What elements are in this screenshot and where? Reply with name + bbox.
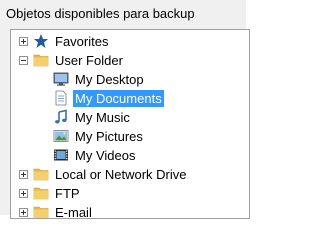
tree-item-label: Favorites: [55, 34, 109, 49]
music-note-icon: [53, 109, 69, 125]
tree-item-my-desktop[interactable]: My Desktop: [11, 70, 249, 89]
tree-item-my-music[interactable]: My Music: [11, 108, 249, 127]
collapse-icon[interactable]: [19, 56, 28, 65]
tree-item-label: My Pictures: [75, 129, 143, 144]
documents-icon: [53, 90, 69, 106]
tree-item-label: My Desktop: [75, 72, 144, 87]
expand-icon[interactable]: [19, 189, 28, 198]
backup-tree[interactable]: Favorites User Folder My Desktop My Docu…: [10, 29, 250, 219]
tree-item-e-mail[interactable]: E-mail: [11, 203, 249, 219]
tree-item-label: My Documents: [73, 90, 164, 107]
folder-icon: [33, 166, 49, 182]
folder-icon: [33, 204, 49, 218]
tree-item-local-or-network-drive[interactable]: Local or Network Drive: [11, 165, 249, 184]
expand-icon[interactable]: [19, 170, 28, 179]
tree-item-label: FTP: [55, 186, 80, 201]
tree-item-label: User Folder: [55, 53, 123, 68]
pictures-icon: [53, 128, 69, 144]
videos-icon: [53, 147, 69, 163]
tree-item-favorites[interactable]: Favorites: [11, 32, 249, 51]
expand-icon[interactable]: [19, 208, 28, 217]
panel-title: Objetos disponibles para backup: [6, 6, 195, 21]
backup-objects-panel: Objetos disponibles para backup Favorite…: [0, 0, 250, 219]
tree-item-label: My Music: [75, 110, 130, 125]
star-icon: [33, 33, 49, 49]
tree-item-label: Local or Network Drive: [55, 167, 187, 182]
tree-item-label: E-mail: [55, 205, 92, 219]
desktop-icon: [53, 71, 69, 87]
folder-icon: [33, 52, 49, 68]
tree-item-label: My Videos: [75, 148, 136, 163]
tree-item-my-documents[interactable]: My Documents: [11, 89, 249, 108]
tree-item-user-folder[interactable]: User Folder: [11, 51, 249, 70]
expand-icon[interactable]: [19, 37, 28, 46]
folder-icon: [33, 185, 49, 201]
tree-item-my-videos[interactable]: My Videos: [11, 146, 249, 165]
tree-item-ftp[interactable]: FTP: [11, 184, 249, 203]
tree-item-my-pictures[interactable]: My Pictures: [11, 127, 249, 146]
